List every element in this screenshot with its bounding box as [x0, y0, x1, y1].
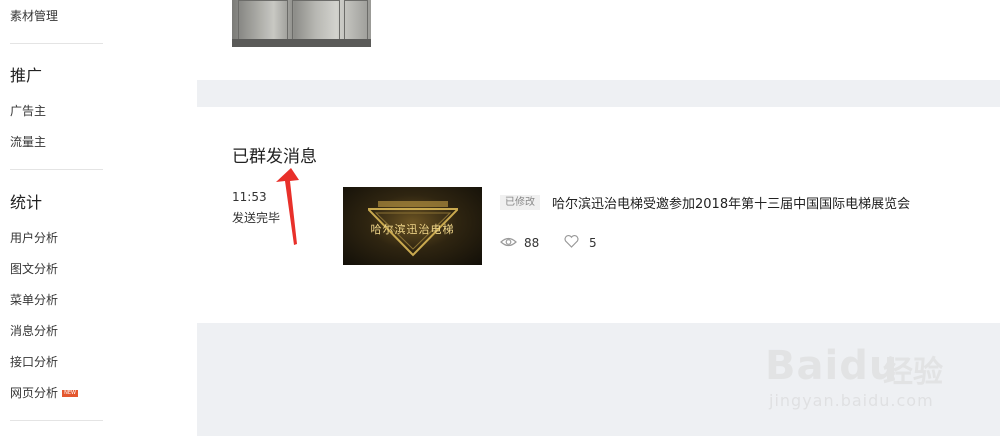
article-thumbnail[interactable]: 哈尔滨迅治电梯	[343, 187, 482, 265]
sidebar-item-material[interactable]: 素材管理	[10, 7, 58, 24]
thumbnail-text: 哈尔滨迅治电梯	[370, 223, 455, 236]
sidebar-item-message-analysis[interactable]: 消息分析	[10, 322, 58, 339]
sidebar-divider	[10, 420, 103, 421]
sidebar-item-user-analysis[interactable]: 用户分析	[10, 229, 58, 246]
watermark-url: jingyan.baidu.com	[769, 391, 934, 410]
sidebar-item-api-analysis[interactable]: 接口分析	[10, 353, 58, 370]
sidebar-divider	[10, 169, 103, 170]
previous-message-card	[197, 0, 1000, 80]
watermark-logo: Baidu	[765, 343, 899, 389]
sidebar: 素材管理 推广 广告主 流量主 统计 用户分析 图文分析 菜单分析 消息分析 接…	[0, 0, 197, 436]
watermark-cn: 经验	[883, 355, 943, 390]
elevator-thumbnail[interactable]	[232, 0, 371, 47]
heart-icon	[564, 235, 579, 248]
section-title: 已群发消息	[232, 147, 317, 167]
sidebar-item-menu-analysis[interactable]: 菜单分析	[10, 291, 58, 308]
view-count: 88	[524, 236, 540, 250]
sidebar-divider	[10, 43, 103, 44]
sidebar-item-publisher[interactable]: 流量主	[10, 133, 46, 150]
sidebar-item-web-analysis[interactable]: 网页分析 NEW	[10, 384, 79, 401]
eye-icon	[500, 237, 517, 247]
sidebar-heading-promotion: 推广	[10, 66, 43, 85]
modified-tag: 已修改	[500, 195, 540, 210]
baidu-watermark: Baidu 经验 jingyan.baidu.com	[765, 325, 995, 415]
like-count: 5	[589, 236, 597, 250]
sidebar-heading-stats: 统计	[10, 193, 43, 212]
sidebar-item-article-analysis[interactable]: 图文分析	[10, 260, 58, 277]
sidebar-item-advertiser[interactable]: 广告主	[10, 102, 46, 119]
sent-messages-card: 已群发消息 11:53 发送完毕 哈尔滨迅治电梯 已修改 哈尔滨迅治电梯受邀参加…	[197, 107, 1000, 323]
sidebar-item-label: 网页分析	[10, 386, 59, 400]
new-badge: NEW	[62, 390, 79, 397]
article-title-link[interactable]: 哈尔滨迅治电梯受邀参加2018年第十三届中国国际电梯展览会	[552, 193, 910, 212]
send-time: 11:53	[232, 190, 267, 204]
send-status: 发送完毕	[232, 211, 281, 225]
